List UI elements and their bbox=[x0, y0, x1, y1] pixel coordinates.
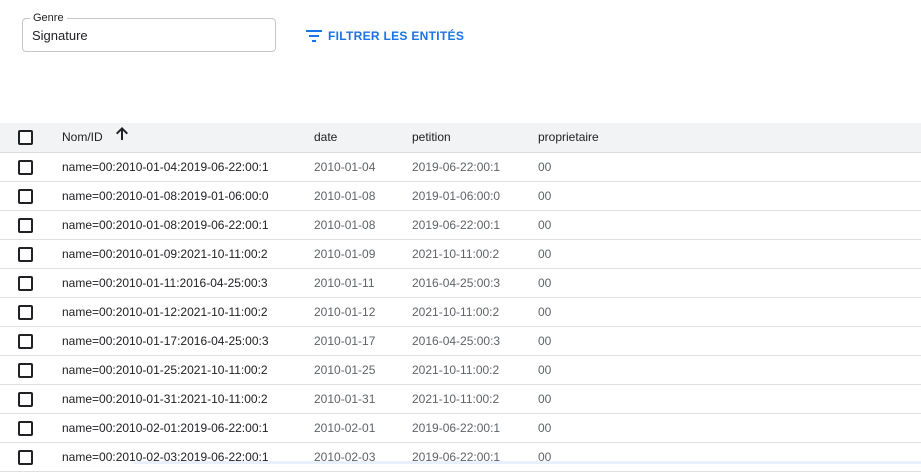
table-row[interactable]: name=00:2010-01-11:2016-04-25:00:3 2010-0… bbox=[0, 269, 921, 298]
cell-name[interactable]: name=00:2010-01-04:2019-06-22:00:1 bbox=[62, 153, 269, 182]
select-all-cell bbox=[18, 123, 36, 152]
select-all-checkbox[interactable] bbox=[18, 130, 33, 145]
cell-date: 2010-01-25 bbox=[314, 363, 376, 377]
table-row[interactable]: name=00:2010-01-12:2021-10-11:00:2 2010-0… bbox=[0, 298, 921, 327]
table-row[interactable]: name=00:2010-01-08:2019-01-06:00:0 2010-0… bbox=[0, 182, 921, 211]
cell-petition: 2019-06-22:00:1 bbox=[412, 160, 501, 174]
cell-owner: 00 bbox=[538, 276, 552, 290]
header-date[interactable]: date bbox=[314, 123, 337, 152]
header-name-label: Nom/ID bbox=[62, 130, 103, 144]
cell-date: 2010-01-08 bbox=[314, 218, 376, 232]
cell-name[interactable]: name=00:2010-01-12:2021-10-11:00:2 bbox=[62, 298, 268, 327]
row-select-cell bbox=[18, 356, 36, 385]
cell-petition: 2021-10-11:00:2 bbox=[412, 363, 500, 377]
cell-owner: 00 bbox=[538, 160, 552, 174]
cell-date: 2010-01-12 bbox=[314, 305, 376, 319]
cell-owner: 00 bbox=[538, 334, 552, 348]
filter-entities-label: FILTRER LES ENTITÉS bbox=[328, 29, 465, 43]
cell-petition: 2019-06-22:00:1 bbox=[412, 450, 501, 464]
cell-petition: 2016-04-25:00:3 bbox=[412, 276, 501, 290]
cell-petition: 2016-04-25:00:3 bbox=[412, 334, 501, 348]
cell-name[interactable]: name=00:2010-01-08:2019-01-06:00:0 bbox=[62, 182, 269, 211]
row-select-cell bbox=[18, 240, 36, 269]
table-row[interactable]: name=00:2010-01-17:2016-04-25:00:3 2010-0… bbox=[0, 327, 921, 356]
cell-petition: 2021-10-11:00:2 bbox=[412, 392, 500, 406]
table-row[interactable]: name=00:2010-02-01:2019-06-22:00:1 2010-0… bbox=[0, 414, 921, 443]
header-petition[interactable]: petition bbox=[412, 123, 451, 152]
cell-date: 2010-02-03 bbox=[314, 450, 376, 464]
row-select-cell bbox=[18, 443, 36, 472]
row-checkbox[interactable] bbox=[18, 218, 33, 233]
cell-date: 2010-01-09 bbox=[314, 247, 376, 261]
cell-name[interactable]: name=00:2010-01-31:2021-10-11:00:2 bbox=[62, 385, 268, 414]
cell-date: 2010-01-31 bbox=[314, 392, 376, 406]
row-select-cell bbox=[18, 385, 36, 414]
cell-name[interactable]: name=00:2010-01-17:2016-04-25:00:3 bbox=[62, 327, 269, 356]
row-checkbox[interactable] bbox=[18, 247, 33, 262]
row-select-cell bbox=[18, 414, 36, 443]
cell-owner: 00 bbox=[538, 392, 552, 406]
table-body: name=00:2010-01-04:2019-06-22:00:1 2010-0… bbox=[0, 153, 921, 472]
row-select-cell bbox=[18, 327, 36, 356]
cell-owner: 00 bbox=[538, 218, 552, 232]
cell-owner: 00 bbox=[538, 189, 552, 203]
cell-petition: 2021-10-11:00:2 bbox=[412, 305, 500, 319]
row-checkbox[interactable] bbox=[18, 450, 33, 465]
cell-date: 2010-02-01 bbox=[314, 421, 376, 435]
cell-owner: 00 bbox=[538, 247, 552, 261]
cell-name[interactable]: name=00:2010-01-25:2021-10-11:00:2 bbox=[62, 356, 268, 385]
cell-petition: 2019-06-22:00:1 bbox=[412, 421, 501, 435]
cell-date: 2010-01-17 bbox=[314, 334, 376, 348]
cell-date: 2010-01-04 bbox=[314, 160, 376, 174]
cell-name[interactable]: name=00:2010-02-01:2019-06-22:00:1 bbox=[62, 414, 269, 443]
table-row[interactable]: name=00:2010-01-25:2021-10-11:00:2 2010-0… bbox=[0, 356, 921, 385]
table-row[interactable]: name=00:2010-02-03:2019-06-22:00:1 2010-0… bbox=[0, 443, 921, 472]
cell-petition: 2019-06-22:00:1 bbox=[412, 218, 501, 232]
cell-owner: 00 bbox=[538, 421, 552, 435]
cell-name[interactable]: name=00:2010-02-03:2019-06-22:00:1 bbox=[62, 443, 269, 472]
cell-name[interactable]: name=00:2010-01-11:2016-04-25:00:3 bbox=[62, 269, 268, 298]
arrow-up-icon[interactable] bbox=[116, 122, 129, 151]
table-row[interactable]: name=00:2010-01-31:2021-10-11:00:2 2010-0… bbox=[0, 385, 921, 414]
table-header: Nom/ID date petition proprietaire bbox=[0, 123, 921, 153]
entity-table: Nom/ID date petition proprietaire name=0… bbox=[0, 123, 921, 472]
table-row[interactable]: name=00:2010-01-08:2019-06-22:00:1 2010-0… bbox=[0, 211, 921, 240]
row-select-cell bbox=[18, 182, 36, 211]
cell-petition: 2021-10-11:00:2 bbox=[412, 247, 500, 261]
row-checkbox[interactable] bbox=[18, 160, 33, 175]
cell-date: 2010-01-11 bbox=[314, 276, 375, 290]
filter-list-icon bbox=[306, 30, 322, 42]
kind-select[interactable]: Genre Signature bbox=[22, 10, 276, 52]
header-owner[interactable]: proprietaire bbox=[538, 123, 599, 152]
table-row[interactable]: name=00:2010-01-04:2019-06-22:00:1 2010-0… bbox=[0, 153, 921, 182]
row-checkbox[interactable] bbox=[18, 363, 33, 378]
cell-owner: 00 bbox=[538, 305, 552, 319]
cell-name[interactable]: name=00:2010-01-09:2021-10-11:00:2 bbox=[62, 240, 268, 269]
row-checkbox[interactable] bbox=[18, 421, 33, 436]
cell-date: 2010-01-08 bbox=[314, 189, 376, 203]
cell-petition: 2019-01-06:00:0 bbox=[412, 189, 501, 203]
row-checkbox[interactable] bbox=[18, 276, 33, 291]
row-checkbox[interactable] bbox=[18, 334, 33, 349]
kind-value: Signature bbox=[32, 28, 88, 43]
cell-owner: 00 bbox=[538, 363, 552, 377]
row-checkbox[interactable] bbox=[18, 189, 33, 204]
row-select-cell bbox=[18, 153, 36, 182]
header-name[interactable]: Nom/ID bbox=[62, 122, 129, 152]
row-select-cell bbox=[18, 298, 36, 327]
row-checkbox[interactable] bbox=[18, 305, 33, 320]
row-checkbox[interactable] bbox=[18, 392, 33, 407]
cell-name[interactable]: name=00:2010-01-08:2019-06-22:00:1 bbox=[62, 211, 269, 240]
filter-entities-button[interactable]: FILTRER LES ENTITÉS bbox=[306, 24, 464, 48]
kind-label: Genre bbox=[30, 10, 67, 26]
row-select-cell bbox=[18, 211, 36, 240]
cell-owner: 00 bbox=[538, 450, 552, 464]
row-select-cell bbox=[18, 269, 36, 298]
table-row[interactable]: name=00:2010-01-09:2021-10-11:00:2 2010-0… bbox=[0, 240, 921, 269]
